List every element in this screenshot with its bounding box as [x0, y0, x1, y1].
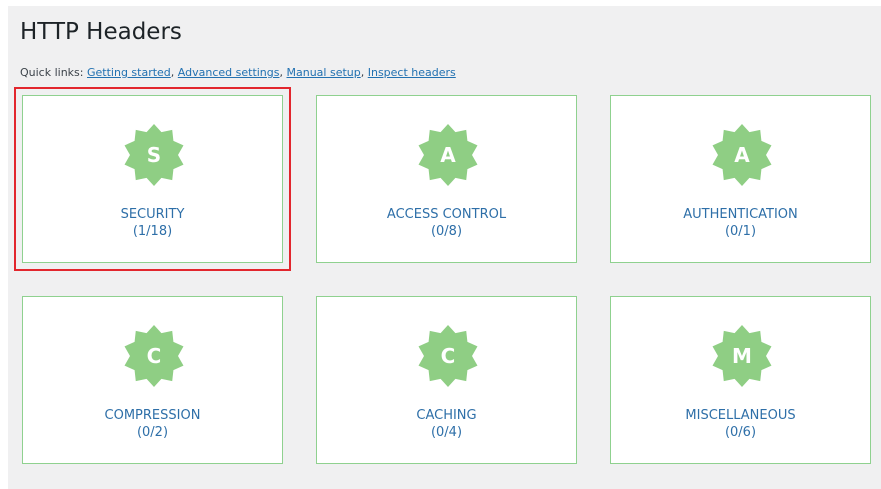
- page-container: HTTP Headers Quick links: Getting starte…: [8, 6, 881, 489]
- quick-link-manual-setup[interactable]: Manual setup: [287, 66, 361, 79]
- card-authentication[interactable]: A AUTHENTICATION (0/1): [610, 95, 871, 263]
- badge-star-icon: C: [122, 324, 186, 388]
- badge-star-icon: M: [710, 324, 774, 388]
- badge-star-icon: S: [122, 123, 186, 187]
- badge-letter: C: [146, 344, 162, 368]
- card-count: (0/1): [724, 224, 757, 239]
- card-label: ACCESS CONTROL: [386, 207, 507, 222]
- badge-letter: C: [440, 344, 456, 368]
- card-label: MISCELLANEOUS: [685, 408, 796, 423]
- badge-letter: A: [734, 143, 750, 167]
- card-security[interactable]: S SECURITY (1/18): [14, 87, 291, 271]
- quick-links: Quick links: Getting started, Advanced s…: [20, 66, 456, 79]
- badge-letter: A: [440, 143, 456, 167]
- card-compression[interactable]: C COMPRESSION (0/2): [22, 296, 283, 464]
- quick-links-prefix: Quick links:: [20, 66, 87, 79]
- card-label: COMPRESSION: [104, 408, 201, 423]
- badge-star-icon: A: [416, 123, 480, 187]
- quick-link-inspect-headers[interactable]: Inspect headers: [368, 66, 456, 79]
- card-count: (0/2): [136, 425, 169, 440]
- card-count: (0/8): [430, 224, 463, 239]
- card-miscellaneous[interactable]: M MISCELLANEOUS (0/6): [610, 296, 871, 464]
- card-count: (0/6): [724, 425, 757, 440]
- card-label: CACHING: [416, 408, 477, 423]
- badge-letter: S: [146, 143, 162, 167]
- card-count: (0/4): [430, 425, 463, 440]
- card-label: SECURITY: [120, 207, 185, 222]
- badge-star-icon: A: [710, 123, 774, 187]
- quick-link-getting-started[interactable]: Getting started: [87, 66, 171, 79]
- badge-letter: M: [732, 344, 752, 368]
- card-access-control[interactable]: A ACCESS CONTROL (0/8): [316, 95, 577, 263]
- badge-star-icon: C: [416, 324, 480, 388]
- card-count: (1/18): [132, 224, 173, 239]
- card-label: AUTHENTICATION: [683, 207, 798, 222]
- card-caching[interactable]: C CACHING (0/4): [316, 296, 577, 464]
- page-title: HTTP Headers: [20, 19, 182, 45]
- quick-link-advanced-settings[interactable]: Advanced settings: [178, 66, 280, 79]
